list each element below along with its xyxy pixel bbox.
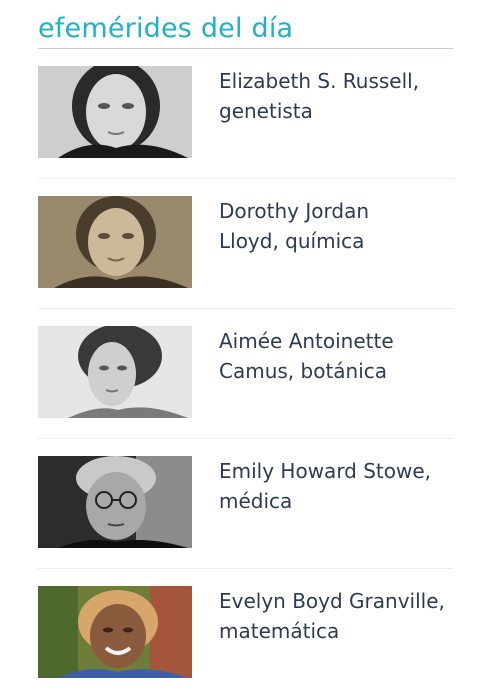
portrait-photo-dorothy-jordan-lloyd — [38, 196, 192, 288]
list-item[interactable]: Aimée Antoinette Camus, botánica — [38, 309, 453, 439]
entry-name-line: Dorothy Jordan — [219, 199, 369, 223]
efemerides-list: Elizabeth S. Russell, genetista Dorothy … — [38, 49, 453, 698]
portrait-image[interactable] — [38, 326, 192, 418]
portrait-photo-aimee-antoinette-camus — [38, 326, 192, 418]
entry-profession-line: médica — [219, 489, 293, 513]
portrait-photo-emily-howard-stowe — [38, 456, 192, 548]
entry-name-line: Aimée Antoinette — [219, 329, 394, 353]
entry-profession-line: Camus, botánica — [219, 359, 388, 383]
list-item[interactable]: Dorothy Jordan Lloyd, química — [38, 179, 453, 309]
entry-profession-line: Lloyd, química — [219, 229, 365, 253]
entry-caption[interactable]: Emily Howard Stowe, médica — [219, 456, 459, 516]
entry-caption[interactable]: Evelyn Boyd Granville, matemática — [219, 586, 459, 646]
list-item[interactable]: Emily Howard Stowe, médica — [38, 439, 453, 569]
list-item[interactable]: Elizabeth S. Russell, genetista — [38, 49, 453, 179]
list-item[interactable]: Evelyn Boyd Granville, matemática — [38, 569, 453, 698]
portrait-photo-evelyn-boyd-granville — [38, 586, 192, 678]
entry-caption[interactable]: Aimée Antoinette Camus, botánica — [219, 326, 459, 386]
entry-profession-line: matemática — [219, 619, 340, 643]
widget-title: efemérides del día — [38, 13, 294, 44]
portrait-image[interactable] — [38, 196, 192, 288]
entry-profession-line: genetista — [219, 99, 313, 123]
entry-name-line: Elizabeth S. Russell, — [219, 69, 420, 93]
entry-name-line: Evelyn Boyd Granville, — [219, 589, 445, 613]
entry-caption[interactable]: Dorothy Jordan Lloyd, química — [219, 196, 459, 256]
entry-name-line: Emily Howard Stowe, — [219, 459, 432, 483]
portrait-image[interactable] — [38, 586, 192, 678]
portrait-image[interactable] — [38, 66, 192, 158]
entry-caption[interactable]: Elizabeth S. Russell, genetista — [219, 66, 459, 126]
portrait-image[interactable] — [38, 456, 192, 548]
efemerides-widget: efemérides del día Elizabeth S. Russell, — [38, 0, 453, 698]
portrait-photo-elizabeth-s-russell — [38, 66, 192, 158]
